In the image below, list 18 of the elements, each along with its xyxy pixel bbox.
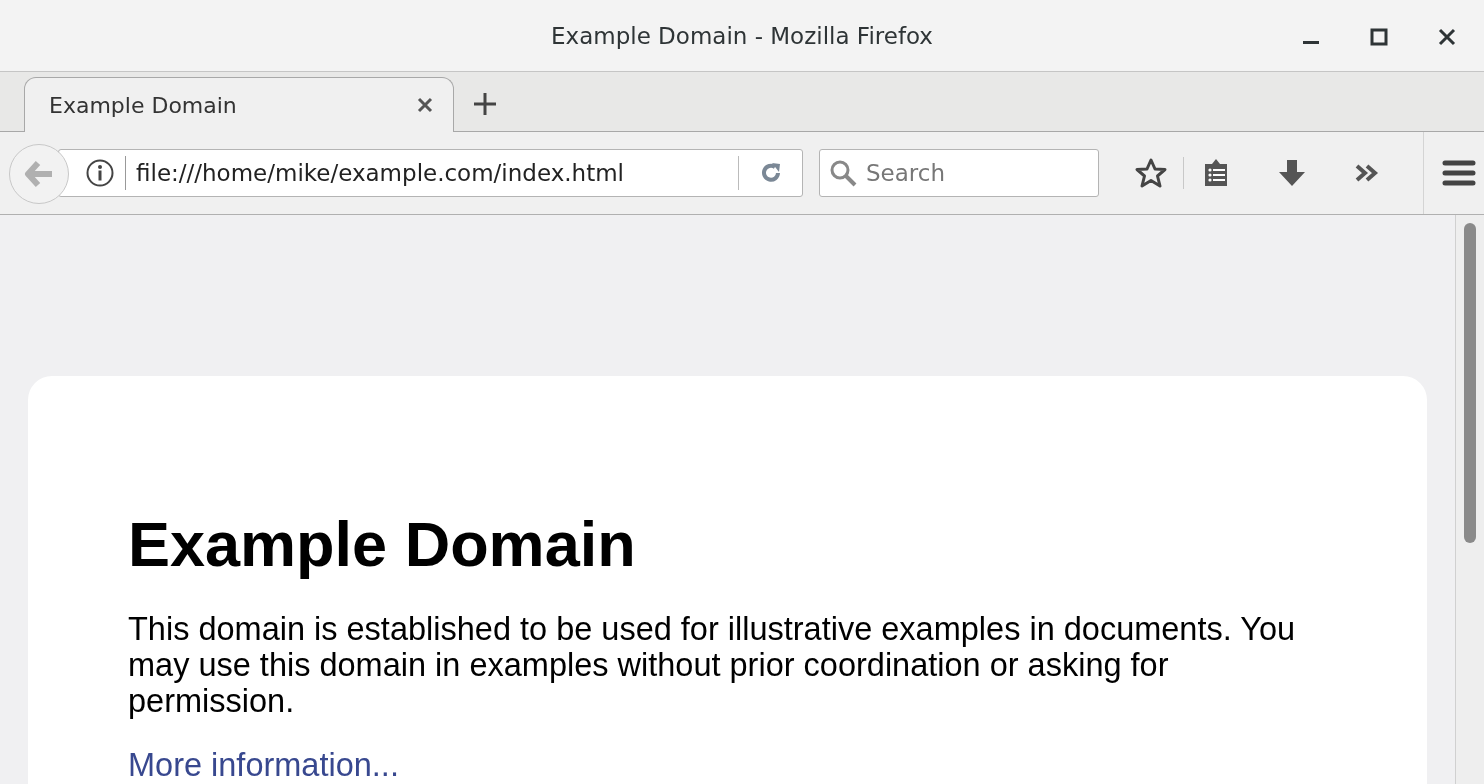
page-paragraph: This domain is established to be used for illustrative examples in documents. You may use this domain in examples without prior coordination or asking for permission. (128, 611, 1297, 719)
menu-icon[interactable] (1442, 159, 1476, 187)
new-tab-icon[interactable] (472, 91, 498, 117)
more-info-link[interactable]: More information... (128, 747, 399, 783)
search-field[interactable]: Search (819, 149, 1099, 197)
browser-tab[interactable]: Example Domain (24, 77, 454, 132)
info-icon[interactable] (85, 158, 115, 188)
page-heading: Example Domain (128, 508, 637, 581)
search-icon (829, 159, 857, 187)
back-arrow-icon (24, 160, 54, 188)
close-icon[interactable] (1437, 27, 1457, 47)
close-tab-icon[interactable] (417, 97, 433, 113)
window-title: Example Domain - Mozilla Firefox (551, 22, 933, 49)
address-bar[interactable]: file:///home/mike/example.com/index.html (58, 149, 803, 197)
url-text: file:///home/mike/example.com/index.html (125, 156, 738, 190)
tab-title: Example Domain (49, 92, 238, 118)
maximize-icon[interactable] (1369, 27, 1389, 47)
scrollbar[interactable] (1455, 215, 1484, 784)
